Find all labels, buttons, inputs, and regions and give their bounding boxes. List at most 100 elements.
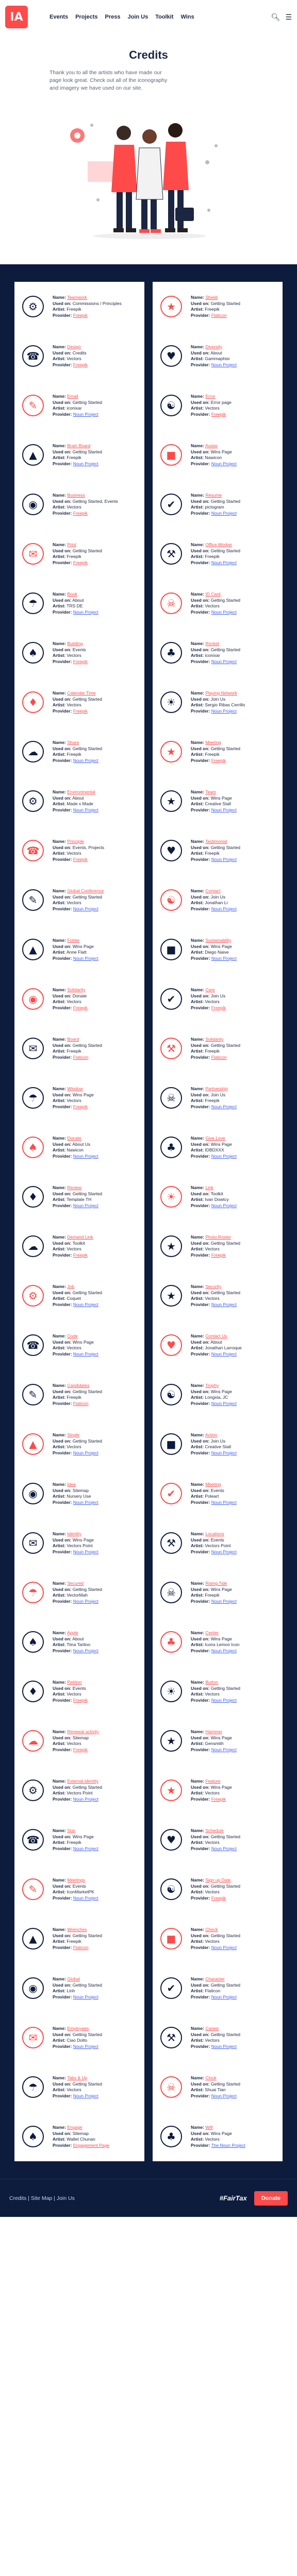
credit-name-link[interactable]: Contact Us xyxy=(205,1333,227,1338)
credit-name-link[interactable]: Teamwork xyxy=(67,295,87,300)
credit-provider-link[interactable]: Noun Project xyxy=(211,362,237,367)
credit-name-link[interactable]: Petition xyxy=(67,1680,81,1685)
credit-provider-link[interactable]: Noun Project xyxy=(73,807,98,812)
credit-provider-link[interactable]: Freepik xyxy=(211,1895,226,1901)
credit-provider-link[interactable]: Freepik xyxy=(73,1005,88,1010)
credit-provider-link[interactable]: Noun Project xyxy=(211,1203,237,1208)
credit-provider-link[interactable]: Noun Project xyxy=(211,1846,237,1851)
credit-name-link[interactable]: Environmental xyxy=(67,789,95,794)
credit-provider-link[interactable]: Noun Project xyxy=(211,1698,237,1703)
credit-name-link[interactable]: Rocket xyxy=(205,641,219,646)
credit-provider-link[interactable]: Noun Project xyxy=(73,412,98,417)
credit-name-link[interactable]: Testimonial xyxy=(205,839,227,844)
credit-provider-link[interactable]: Noun Project xyxy=(211,708,237,714)
credit-name-link[interactable]: Character xyxy=(205,1976,224,1981)
credit-name-link[interactable]: Career xyxy=(205,2026,219,2031)
credit-provider-link[interactable]: Noun Project xyxy=(211,1994,237,1999)
credit-name-link[interactable]: Rising Tide xyxy=(205,1581,227,1586)
credit-name-link[interactable]: Hammer xyxy=(205,1729,222,1734)
credit-name-link[interactable]: Business xyxy=(67,493,85,498)
credit-provider-link[interactable]: Noun Project xyxy=(211,1599,237,1604)
credit-name-link[interactable]: Office Worker xyxy=(205,542,232,547)
nav-wins[interactable]: Wins xyxy=(180,14,194,20)
credit-name-link[interactable]: Print xyxy=(67,542,76,547)
credit-name-link[interactable]: Give Love xyxy=(205,1136,225,1141)
credit-name-link[interactable]: Diversity xyxy=(205,344,222,349)
credit-provider-link[interactable]: Flaticon xyxy=(73,1055,89,1060)
credit-name-link[interactable]: Schedule xyxy=(205,1828,223,1833)
credit-name-link[interactable]: Star xyxy=(67,1828,75,1833)
credit-name-link[interactable]: Meeting xyxy=(205,740,221,745)
credit-provider-link[interactable]: Freepik xyxy=(73,1252,88,1258)
credit-provider-link[interactable]: Flaticon xyxy=(211,1055,227,1060)
credit-name-link[interactable]: Sign up Date xyxy=(205,1877,230,1883)
credit-provider-link[interactable]: Flaticon xyxy=(73,1945,89,1950)
credit-provider-link[interactable]: Freepik xyxy=(211,1797,226,1802)
credit-name-link[interactable]: Brain Board xyxy=(67,443,90,448)
footer-links[interactable]: Credits | Site Map | Join Us xyxy=(9,2195,75,2201)
credit-name-link[interactable]: Error xyxy=(205,394,215,399)
credit-name-link[interactable]: Design xyxy=(67,344,80,349)
credit-name-link[interactable]: Demand Link xyxy=(67,1234,93,1240)
credit-provider-link[interactable]: Noun Project xyxy=(211,956,237,961)
credit-provider-link[interactable]: Freepik xyxy=(73,1747,88,1752)
credit-name-link[interactable]: Share xyxy=(67,740,79,745)
credit-name-link[interactable]: Security xyxy=(205,1284,221,1289)
credit-name-link[interactable]: Book xyxy=(67,591,77,597)
cart-icon[interactable]: ☰ xyxy=(285,13,292,22)
credit-name-link[interactable]: Meeting xyxy=(205,1482,221,1487)
credit-provider-link[interactable]: Noun Project xyxy=(211,1104,237,1109)
credit-provider-link[interactable]: Freepik xyxy=(73,362,88,367)
credit-name-link[interactable]: Clock xyxy=(205,2075,216,2080)
credit-provider-link[interactable]: Noun Project xyxy=(211,1401,237,1406)
credit-name-link[interactable]: Donate xyxy=(67,1136,81,1141)
credit-name-link[interactable]: Code xyxy=(67,1333,77,1338)
credit-name-link[interactable]: Team xyxy=(205,789,216,794)
credit-provider-link[interactable]: Noun Project xyxy=(211,1302,237,1307)
credit-name-link[interactable]: Shield xyxy=(205,295,218,300)
credit-name-link[interactable]: Secured xyxy=(67,1581,84,1586)
credit-provider-link[interactable]: Noun Project xyxy=(211,2044,237,2049)
credit-provider-link[interactable]: Noun Project xyxy=(73,1846,98,1851)
credit-name-link[interactable]: Single xyxy=(67,1432,79,1437)
credit-provider-link[interactable]: Noun Project xyxy=(73,758,98,763)
credit-name-link[interactable]: Apple xyxy=(67,1630,78,1635)
credit-provider-link[interactable]: Noun Project xyxy=(211,906,237,911)
credit-name-link[interactable]: Trophy xyxy=(205,1383,219,1388)
credit-name-link[interactable]: Solidarity xyxy=(205,1037,223,1042)
credit-provider-link[interactable]: Noun Project xyxy=(211,511,237,516)
credit-name-link[interactable]: Email xyxy=(67,394,78,399)
credit-name-link[interactable]: Wrenches xyxy=(67,1927,87,1932)
credit-provider-link[interactable]: Noun Project xyxy=(211,1450,237,1455)
credit-provider-link[interactable]: Noun Project xyxy=(211,609,237,615)
credit-provider-link[interactable]: Noun Project xyxy=(73,1994,98,1999)
credit-provider-link[interactable]: Flaticon xyxy=(73,1401,89,1406)
credit-provider-link[interactable]: Noun Project xyxy=(211,461,237,466)
credit-name-link[interactable]: Partnership xyxy=(205,1086,227,1091)
credit-provider-link[interactable]: Freepik xyxy=(73,708,88,714)
credit-provider-link[interactable]: Noun Project xyxy=(211,560,237,565)
credit-name-link[interactable]: Folder xyxy=(67,938,79,943)
credit-provider-link[interactable]: Freepik xyxy=(73,659,88,664)
credit-name-link[interactable]: Center xyxy=(205,1630,219,1635)
credit-provider-link[interactable]: Noun Project xyxy=(211,659,237,664)
credit-provider-link[interactable]: Noun Project xyxy=(211,1351,237,1357)
credit-provider-link[interactable]: Noun Project xyxy=(211,1648,237,1653)
credit-provider-link[interactable]: Noun Project xyxy=(211,1747,237,1752)
credit-name-link[interactable]: Playing Network xyxy=(205,690,237,696)
nav-projects[interactable]: Projects xyxy=(75,14,97,20)
credit-provider-link[interactable]: Noun Project xyxy=(211,807,237,812)
credit-provider-link[interactable]: Noun Project xyxy=(73,1450,98,1455)
credit-provider-link[interactable]: Noun Project xyxy=(73,1549,98,1554)
credit-provider-link[interactable]: Noun Project xyxy=(73,2044,98,2049)
credit-provider-link[interactable]: Noun Project xyxy=(211,2093,237,2098)
credit-name-link[interactable]: Renewal activity xyxy=(67,1729,98,1734)
site-logo[interactable]: IA xyxy=(5,6,28,28)
credit-provider-link[interactable]: Noun Project xyxy=(73,1895,98,1901)
credit-name-link[interactable]: Solidarity xyxy=(67,987,85,992)
credit-provider-link[interactable]: Noun Project xyxy=(73,1302,98,1307)
credit-name-link[interactable]: Board xyxy=(67,1037,79,1042)
credit-provider-link[interactable]: Engagement Page xyxy=(73,2143,109,2148)
credit-name-link[interactable]: Meetings xyxy=(67,1877,85,1883)
credit-provider-link[interactable]: Noun Project xyxy=(211,1945,237,1950)
